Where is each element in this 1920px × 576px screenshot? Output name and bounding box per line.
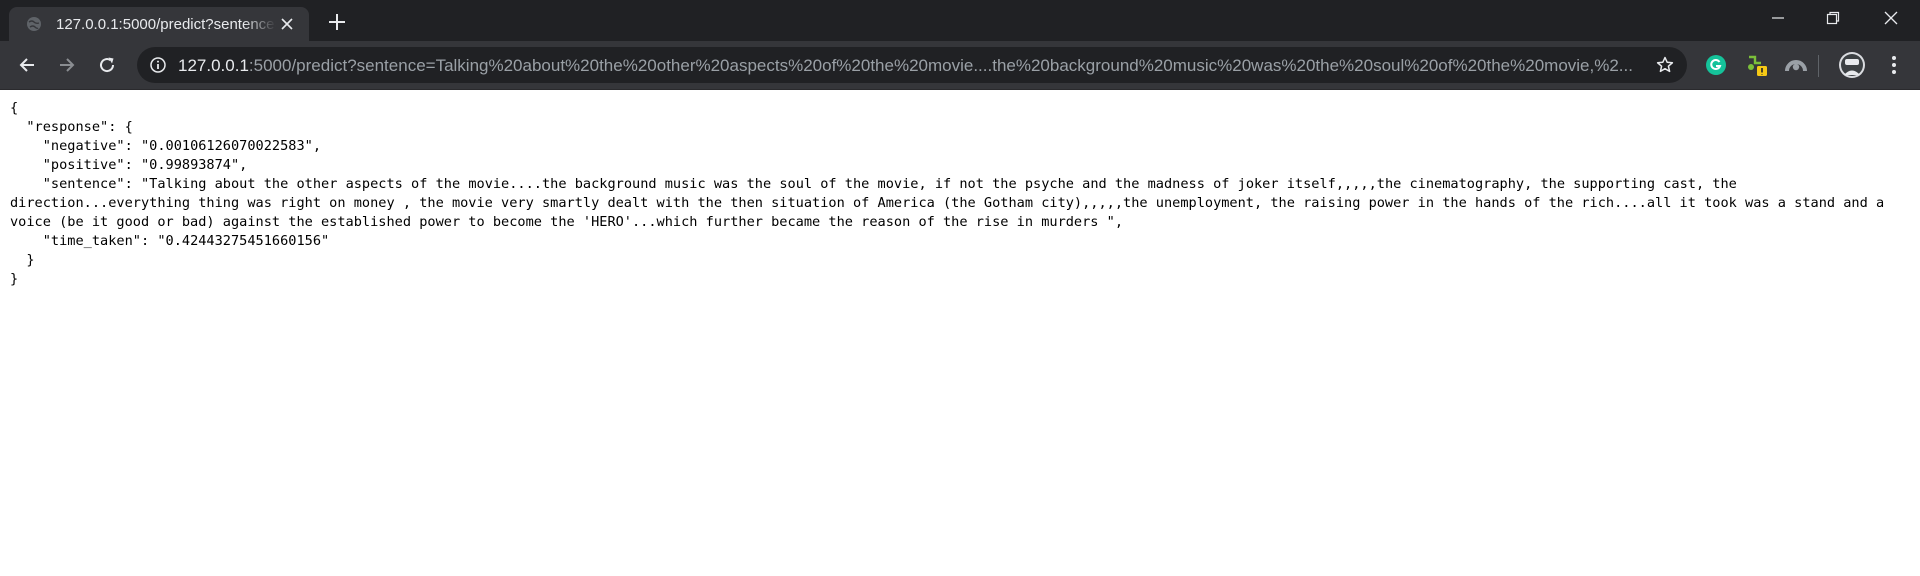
restore-icon[interactable] bbox=[1810, 0, 1856, 36]
close-window-icon[interactable] bbox=[1868, 0, 1914, 36]
page-content: { "response": { "negative": "0.001061260… bbox=[0, 90, 1920, 289]
tab-strip: 127.0.0.1:5000/predict?sentence=Talking%… bbox=[0, 0, 1920, 41]
toolbar-divider bbox=[1818, 55, 1819, 77]
json-response: { "response": { "negative": "0.001061260… bbox=[10, 99, 1910, 289]
arrow-right-icon[interactable] bbox=[55, 53, 79, 77]
browser-toolbar: 127.0.0.1:5000/predict?sentence=Talking%… bbox=[0, 41, 1920, 90]
json-sentence: "sentence": "Talking about the other asp… bbox=[10, 176, 1893, 230]
extension-badge-icon[interactable] bbox=[1745, 53, 1769, 77]
avatar[interactable] bbox=[1838, 51, 1866, 79]
reload-icon[interactable] bbox=[95, 53, 119, 77]
close-icon[interactable] bbox=[279, 16, 295, 32]
json-response-key: "response": { bbox=[10, 119, 133, 135]
plus-icon[interactable] bbox=[326, 11, 348, 33]
arrow-left-icon[interactable] bbox=[15, 53, 39, 77]
tab-title: 127.0.0.1:5000/predict?sentence=Talking%… bbox=[56, 15, 276, 33]
extension-arc-icon[interactable] bbox=[1784, 53, 1808, 77]
url-text[interactable]: 127.0.0.1:5000/predict?sentence=Talking%… bbox=[178, 56, 1648, 76]
address-bar[interactable]: 127.0.0.1:5000/predict?sentence=Talking%… bbox=[137, 47, 1687, 83]
minimize-icon[interactable] bbox=[1755, 0, 1801, 36]
star-icon[interactable] bbox=[1656, 56, 1674, 74]
json-time-taken: "time_taken": "0.42443275451660156" bbox=[10, 233, 330, 249]
url-path: :5000/predict?sentence=Talking%20about%2… bbox=[248, 56, 1633, 75]
json-close-brace: } bbox=[10, 271, 19, 287]
grammarly-icon[interactable] bbox=[1704, 53, 1728, 77]
json-negative: "negative": "0.00106126070022583", bbox=[10, 138, 322, 154]
info-icon[interactable] bbox=[150, 57, 166, 73]
json-close-inner: } bbox=[10, 252, 35, 268]
url-host: 127.0.0.1 bbox=[178, 56, 249, 75]
json-open-brace: { bbox=[10, 100, 19, 116]
json-positive: "positive": "0.99893874", bbox=[10, 157, 248, 173]
globe-icon bbox=[26, 16, 42, 32]
kebab-menu-icon[interactable] bbox=[1882, 53, 1906, 77]
browser-tab[interactable]: 127.0.0.1:5000/predict?sentence=Talking%… bbox=[9, 7, 309, 41]
